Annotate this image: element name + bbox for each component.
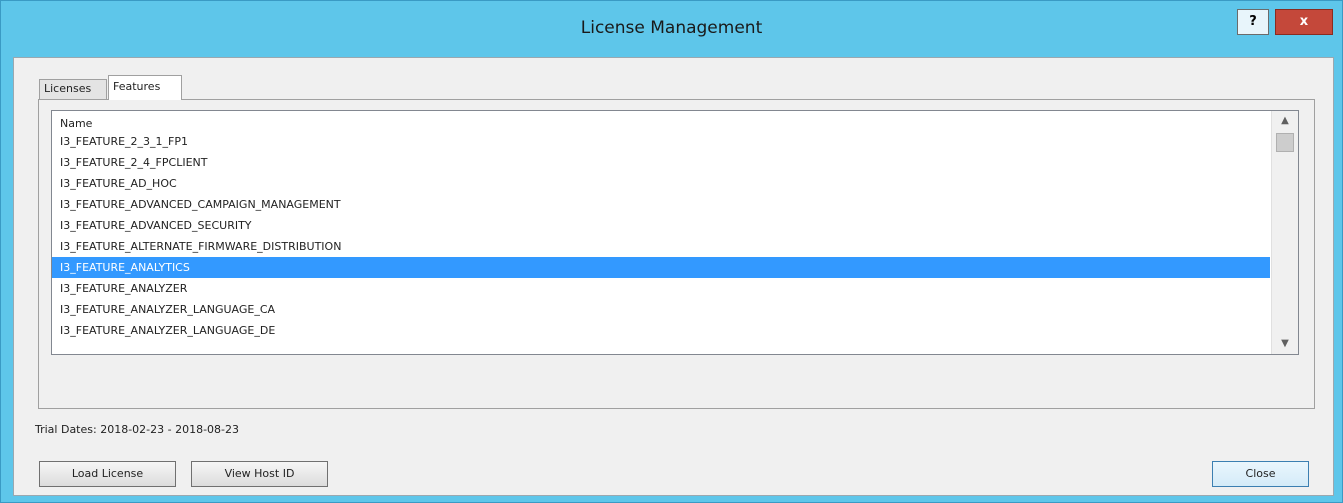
- features-tab-panel: Name I3_FEATURE_2_3_1_FP1 I3_FEATURE_2_4_…: [38, 99, 1315, 409]
- chevron-down-icon[interactable]: ▼: [1272, 334, 1298, 354]
- window-title: License Management: [580, 18, 763, 38]
- list-column-header-name: Name: [60, 117, 93, 130]
- tab-licenses[interactable]: Licenses: [39, 79, 107, 99]
- list-item[interactable]: I3_FEATURE_AD_HOC: [52, 173, 1270, 194]
- features-list-rows: I3_FEATURE_2_3_1_FP1 I3_FEATURE_2_4_FPCLI…: [52, 131, 1270, 341]
- tab-features[interactable]: Features: [108, 75, 182, 100]
- close-button[interactable]: Close: [1212, 461, 1309, 487]
- trial-dates-label: Trial Dates: 2018-02-23 - 2018-08-23: [35, 423, 240, 436]
- list-scrollbar[interactable]: ▲ ▼: [1271, 111, 1298, 354]
- list-item[interactable]: I3_FEATURE_ANALYZER_LANGUAGE_DE: [52, 320, 1270, 341]
- title-bar[interactable]: License Management ? x: [1, 1, 1342, 57]
- list-item[interactable]: I3_FEATURE_2_3_1_FP1: [52, 131, 1270, 152]
- window-close-button[interactable]: x: [1275, 9, 1333, 35]
- load-license-button[interactable]: Load License: [39, 461, 176, 487]
- dialog-client-area: Licenses Features Name I3_FEATURE_2_3_1_…: [13, 57, 1334, 496]
- list-item[interactable]: I3_FEATURE_2_4_FPCLIENT: [52, 152, 1270, 173]
- scroll-thumb[interactable]: [1276, 133, 1294, 152]
- license-management-window: License Management ? x Licenses Features…: [0, 0, 1343, 503]
- list-item[interactable]: I3_FEATURE_ANALYZER: [52, 278, 1270, 299]
- help-button[interactable]: ?: [1237, 9, 1269, 35]
- list-item[interactable]: I3_FEATURE_ANALYTICS: [52, 257, 1270, 278]
- list-item[interactable]: I3_FEATURE_ADVANCED_SECURITY: [52, 215, 1270, 236]
- view-host-id-button[interactable]: View Host ID: [191, 461, 328, 487]
- list-item[interactable]: I3_FEATURE_ADVANCED_CAMPAIGN_MANAGEMENT: [52, 194, 1270, 215]
- features-listbox[interactable]: Name I3_FEATURE_2_3_1_FP1 I3_FEATURE_2_4_…: [51, 110, 1299, 355]
- list-item[interactable]: I3_FEATURE_ANALYZER_LANGUAGE_CA: [52, 299, 1270, 320]
- list-item[interactable]: I3_FEATURE_ALTERNATE_FIRMWARE_DISTRIBUTI…: [52, 236, 1270, 257]
- chevron-up-icon[interactable]: ▲: [1272, 111, 1298, 131]
